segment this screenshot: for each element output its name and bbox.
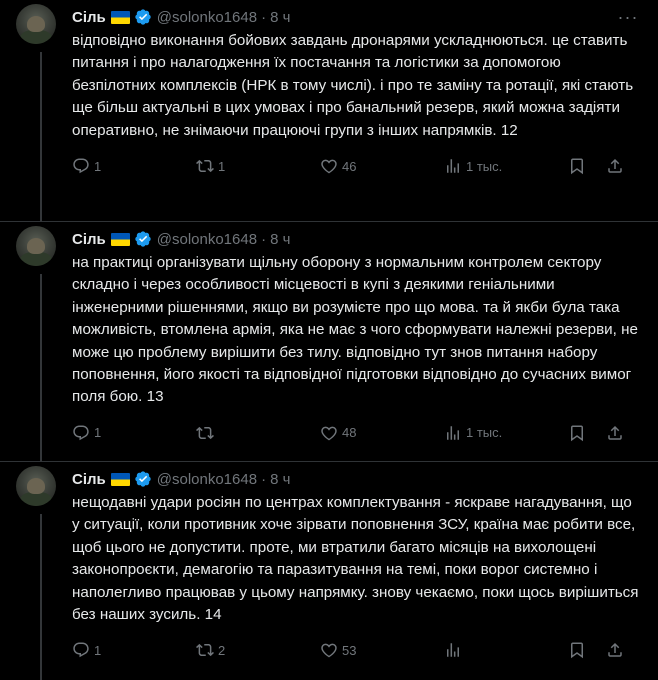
author-handle[interactable]: @solonko1648 <box>157 9 257 26</box>
repost-button[interactable]: 1 <box>196 157 320 175</box>
views-count: 1 тыс. <box>466 158 503 174</box>
tweet-2[interactable]: Сіль @solonko1648 · 8 ч на практиці орга… <box>0 222 658 462</box>
repost-count: 2 <box>218 642 226 658</box>
bookmark-button[interactable] <box>568 424 606 442</box>
share-icon <box>608 425 622 440</box>
reply-icon <box>73 642 89 658</box>
reply-button[interactable]: 1 <box>72 157 196 175</box>
avatar[interactable] <box>16 4 56 44</box>
repost-icon <box>196 426 214 439</box>
separator-dot: · <box>261 230 267 248</box>
author-handle[interactable]: @solonko1648 <box>157 471 257 488</box>
views-icon <box>447 643 459 658</box>
tweet-header: Сіль @solonko1648 · 8 ч ··· <box>72 4 642 30</box>
like-button[interactable]: 46 <box>320 157 444 175</box>
reply-icon <box>73 158 89 174</box>
tweet-header: Сіль @solonko1648 · 8 ч <box>72 226 642 252</box>
verified-badge-icon[interactable] <box>134 230 152 248</box>
repost-button[interactable] <box>196 424 320 442</box>
author-handle[interactable]: @solonko1648 <box>157 231 257 248</box>
share-icon <box>608 643 622 658</box>
like-button[interactable]: 53 <box>320 641 444 659</box>
timestamp[interactable]: 8 ч <box>270 9 290 26</box>
separator-dot: · <box>261 470 267 488</box>
tweet-text: на практиці організувати щільну оборону … <box>72 254 638 406</box>
bookmark-button[interactable] <box>568 157 606 175</box>
views-icon <box>447 159 459 173</box>
action-bar: 1 1 46 1 тыс. <box>72 144 642 188</box>
views-button[interactable]: 1 тыс. <box>444 424 568 442</box>
tweet-text: нещодавні удари росіян по центрах компле… <box>72 494 639 624</box>
repost-count: 1 <box>218 158 226 174</box>
repost-button[interactable]: 2 <box>196 641 320 659</box>
ukraine-flag-icon <box>110 472 130 486</box>
ukraine-flag-icon <box>110 232 130 246</box>
separator-dot: · <box>261 8 267 26</box>
heart-icon <box>321 644 337 658</box>
bookmark-icon <box>571 642 583 659</box>
action-bar: 1 48 1 тыс. <box>72 411 642 455</box>
bookmark-icon <box>571 425 583 442</box>
avatar[interactable] <box>16 466 56 506</box>
reply-button[interactable]: 1 <box>72 641 196 659</box>
author-name[interactable]: Сіль <box>72 231 106 248</box>
thread-line <box>40 52 42 222</box>
action-bar: 1 2 53 <box>72 628 642 672</box>
views-icon <box>447 426 459 440</box>
reply-button[interactable]: 1 <box>72 424 196 442</box>
share-button[interactable] <box>606 641 626 659</box>
reply-count: 1 <box>94 642 102 658</box>
author-name[interactable]: Сіль <box>72 471 106 488</box>
thread-line <box>40 274 42 462</box>
views-button[interactable] <box>444 641 568 659</box>
like-count: 48 <box>342 425 357 441</box>
reply-count: 1 <box>94 158 102 174</box>
thread-line <box>40 514 42 680</box>
views-count: 1 тыс. <box>466 425 503 441</box>
like-count: 53 <box>342 642 357 658</box>
share-button[interactable] <box>606 157 626 175</box>
timestamp[interactable]: 8 ч <box>270 231 290 248</box>
views-button[interactable]: 1 тыс. <box>444 157 568 175</box>
repost-icon <box>196 644 214 657</box>
reply-count: 1 <box>94 425 102 441</box>
bookmark-button[interactable] <box>568 641 606 659</box>
repost-icon <box>196 159 214 173</box>
bookmark-icon <box>571 158 583 175</box>
tweet-3[interactable]: Сіль @solonko1648 · 8 ч нещодавні удари … <box>0 462 658 680</box>
heart-icon <box>321 426 337 441</box>
reply-icon <box>73 425 89 441</box>
more-icon[interactable]: ··· <box>614 8 642 26</box>
tweet-header: Сіль @solonko1648 · 8 ч <box>72 466 642 492</box>
verified-badge-icon[interactable] <box>134 470 152 488</box>
author-name[interactable]: Сіль <box>72 9 106 26</box>
share-button[interactable] <box>606 424 626 442</box>
tweet-1[interactable]: Сіль @solonko1648 · 8 ч ··· відповідно в… <box>0 0 658 222</box>
share-icon <box>608 158 622 173</box>
timestamp[interactable]: 8 ч <box>270 471 290 488</box>
avatar[interactable] <box>16 226 56 266</box>
ukraine-flag-icon <box>110 10 130 24</box>
like-count: 46 <box>342 158 357 174</box>
like-button[interactable]: 48 <box>320 424 444 442</box>
verified-badge-icon[interactable] <box>134 8 152 26</box>
heart-icon <box>321 159 337 174</box>
tweet-text: відповідно виконання бойових завдань дро… <box>72 32 634 139</box>
